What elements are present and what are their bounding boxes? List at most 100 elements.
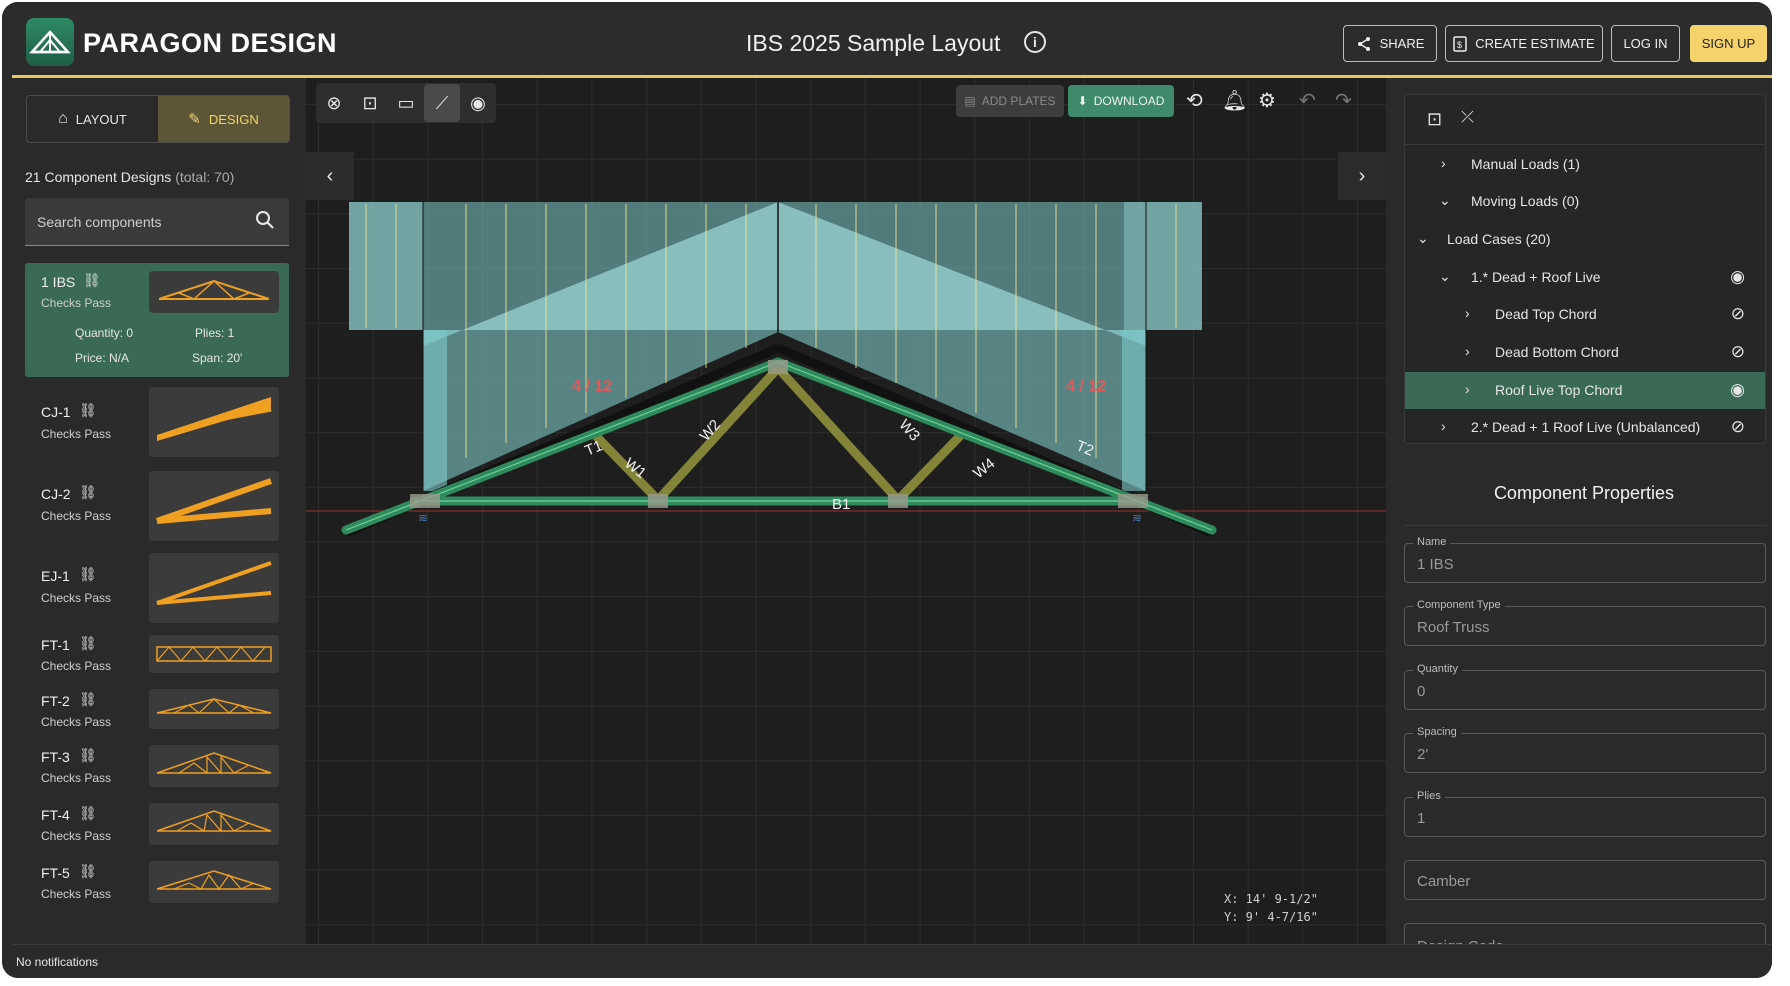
list-item[interactable]: FT-4 ⛓ Checks Pass [25, 803, 289, 853]
list-item[interactable]: FT-3 ⛓ Checks Pass [25, 745, 289, 795]
load-tree: ⊡ ⤫ › Manual Loads (1) ⌄ Moving Loads (0… [1404, 94, 1766, 444]
tree-item-load-cases[interactable]: ⌄ Load Cases (20) [1405, 221, 1765, 258]
component-status: Checks Pass [41, 509, 112, 523]
component-status: Checks Pass [41, 829, 112, 843]
tab-design[interactable]: ✎ DESIGN [158, 96, 289, 142]
collapse-all-icon[interactable]: ⤫ [1461, 109, 1474, 127]
search-icon[interactable] [255, 210, 275, 236]
component-thumbnail [149, 861, 279, 903]
chevron-down-icon[interactable]: ⌄ [1417, 230, 1429, 247]
eye-icon[interactable]: ◉ [1730, 267, 1745, 287]
list-item[interactable]: CJ-1 ⛓ Checks Pass [25, 387, 289, 459]
field-label: Quantity [1413, 663, 1462, 675]
component-thumbnail [149, 387, 279, 457]
eye-off-icon[interactable]: ⊘ [1731, 342, 1745, 362]
component-thumbnail [149, 635, 279, 673]
chevron-down-icon[interactable]: ⌄ [1439, 268, 1451, 285]
coord-y: Y: 9' 4-7/16" [1224, 910, 1318, 924]
quantity-field[interactable]: Quantity 0 [1404, 663, 1766, 710]
tree-item-dead-top-chord[interactable]: › Dead Top Chord ⊘ [1405, 296, 1765, 333]
plies-field[interactable]: Plies 1 [1404, 790, 1766, 837]
log-in-button[interactable]: LOG IN [1611, 25, 1680, 62]
component-thumbnail [149, 553, 279, 623]
status-bar: No notifications [12, 944, 1772, 978]
link-icon: ⛓ [79, 691, 97, 707]
tree-item-label: Dead Top Chord [1495, 306, 1597, 322]
component-status: Checks Pass [41, 715, 112, 729]
component-type-field[interactable]: Component Type Roof Truss [1404, 599, 1766, 646]
eye-off-icon[interactable]: ⊘ [1731, 417, 1745, 437]
list-item[interactable]: FT-1 ⛓ Checks Pass [25, 633, 289, 683]
list-item[interactable]: FT-5 ⛓ Checks Pass [25, 861, 289, 911]
eye-icon[interactable]: ◉ [1730, 380, 1745, 400]
chevron-right-icon[interactable]: › [1465, 305, 1470, 321]
field-label: Name [1413, 536, 1451, 548]
spacing-field[interactable]: Spacing 2' [1404, 726, 1766, 773]
sign-up-button[interactable]: SIGN UP [1690, 25, 1767, 62]
component-status: Checks Pass [41, 659, 112, 673]
chevron-down-icon[interactable]: ⌄ [1439, 192, 1451, 209]
pitch-label-right: 4 / 12 [1066, 378, 1107, 395]
link-icon: ⛓ [79, 747, 97, 763]
right-panel: ⊡ ⤫ › Manual Loads (1) ⌄ Moving Loads (0… [1386, 78, 1772, 955]
tree-item-dead-bottom-chord[interactable]: › Dead Bottom Chord ⊘ [1405, 334, 1765, 371]
divider [1404, 525, 1766, 526]
list-item[interactable]: CJ-2 ⛓ Checks Pass [25, 471, 289, 543]
paragon-logo-icon[interactable] [26, 18, 74, 66]
app-window: PARAGON DESIGN IBS 2025 Sample Layout i … [2, 2, 1772, 978]
notification-status: No notifications [16, 955, 99, 969]
tree-item-label: Load Cases (20) [1447, 231, 1551, 247]
share-label: SHARE [1379, 36, 1425, 51]
link-icon: ⛓ [79, 635, 97, 651]
component-thumbnail [149, 271, 279, 313]
create-estimate-button[interactable]: $ CREATE ESTIMATE [1445, 25, 1603, 62]
field-value: 1 [1417, 810, 1426, 827]
component-price: Price: N/A [75, 351, 130, 365]
component-quantity: Quantity: 0 [75, 326, 134, 340]
tab-layout-label: LAYOUT [75, 111, 127, 127]
svg-text:$: $ [1457, 40, 1462, 50]
design-canvas[interactable]: ⊗ ⊡ ▭ ⟋ ◉ ▤ ADD PLATES ⬇ DOWNLOAD ⟲ 🔔︎ ⚙… [306, 78, 1386, 944]
eye-off-icon[interactable]: ⊘ [1731, 304, 1745, 324]
sign-up-label: SIGN UP [1701, 36, 1756, 51]
component-status: Checks Pass [41, 296, 112, 310]
share-icon [1357, 36, 1370, 51]
component-properties-title: Component Properties [1493, 483, 1675, 503]
link-icon: ⛓ [79, 863, 97, 879]
chevron-right-icon[interactable]: › [1441, 155, 1446, 171]
list-item[interactable]: EJ-1 ⛓ Checks Pass [25, 553, 289, 625]
create-estimate-label: CREATE ESTIMATE [1475, 36, 1595, 51]
name-field[interactable]: Name 1 IBS [1404, 536, 1766, 583]
component-span: Span: 20' [192, 351, 243, 365]
document-title: IBS 2025 Sample Layout [746, 30, 1001, 56]
component-name: 1 IBS [41, 274, 76, 290]
tree-item-manual-loads[interactable]: › Manual Loads (1) [1405, 146, 1765, 183]
chevron-right-icon[interactable]: › [1441, 418, 1446, 434]
tab-layout[interactable]: ⌂ LAYOUT [27, 96, 158, 142]
focus-icon[interactable]: ⊡ [1427, 109, 1442, 130]
tree-item-label: 1.* Dead + Roof Live [1471, 269, 1601, 285]
tab-design-label: DESIGN [208, 111, 259, 127]
component-total: (total: 70) [175, 169, 235, 185]
component-name: FT-2 [41, 693, 70, 709]
tree-item-load-case-2[interactable]: › 2.* Dead + 1 Roof Live (Unbalanced) ⊘ [1405, 409, 1765, 443]
tree-item-load-case-1[interactable]: ⌄ 1.* Dead + Roof Live ◉ [1405, 259, 1765, 296]
search-components-input[interactable]: Search components [25, 198, 289, 246]
tree-item-label: Dead Bottom Chord [1495, 344, 1619, 360]
info-icon[interactable]: i [1024, 31, 1046, 53]
share-button[interactable]: SHARE [1343, 25, 1437, 62]
tree-item-roof-live-top-chord[interactable]: › Roof Live Top Chord ◉ [1405, 372, 1765, 409]
member-label-b1[interactable]: B1 [832, 496, 850, 513]
tree-item-moving-loads[interactable]: ⌄ Moving Loads (0) [1405, 183, 1765, 220]
cursor-coordinates: X: 14' 9-1/2" Y: 9' 4-7/16" [1224, 890, 1318, 926]
tree-item-label: Manual Loads (1) [1471, 156, 1580, 172]
chevron-right-icon[interactable]: › [1465, 343, 1470, 359]
list-item[interactable]: 1 IBS ⛓ Checks Pass Quantity: 0 Plies: 1… [25, 263, 289, 377]
camber-field[interactable]: Camber [1404, 860, 1766, 900]
search-placeholder: Search components [37, 214, 162, 230]
tree-item-label: Moving Loads (0) [1471, 193, 1580, 209]
house-icon: ⌂ [58, 110, 68, 127]
coord-x: X: 14' 9-1/2" [1224, 892, 1318, 906]
chevron-right-icon[interactable]: › [1465, 381, 1470, 397]
list-item[interactable]: FT-2 ⛓ Checks Pass [25, 689, 289, 739]
